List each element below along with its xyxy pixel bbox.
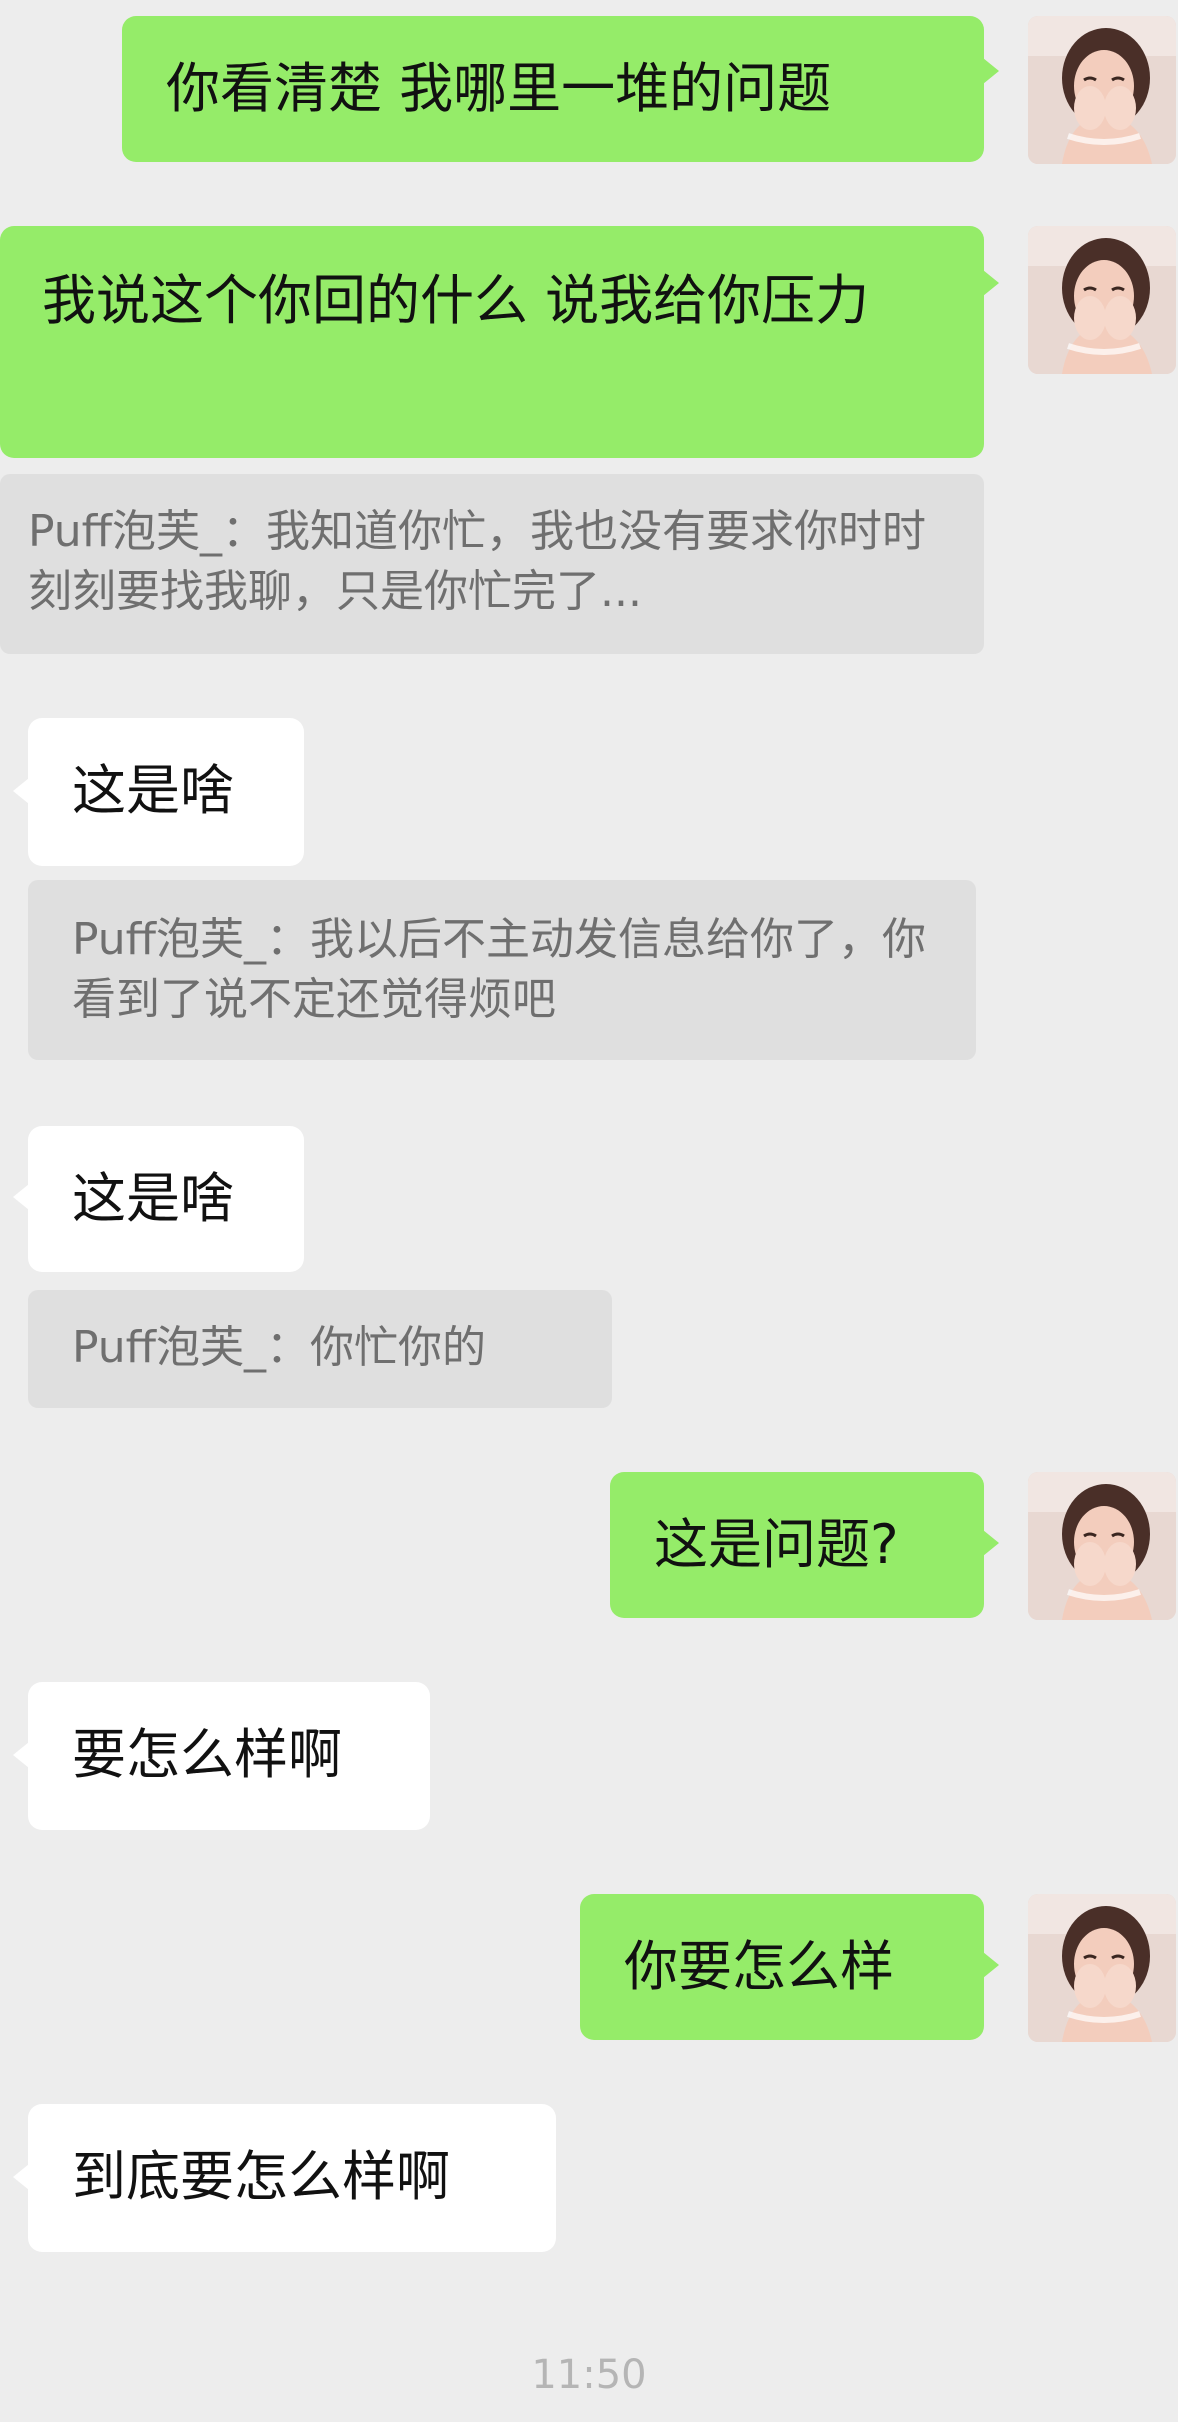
bubble-tail (13, 1742, 29, 1768)
message-text: 我说这个你回的什么 说我给你压力 (42, 269, 870, 332)
quote-text: Puff泡芙_：我知道你忙，我也没有要求你时时刻刻要找我聊，只是你忙完了... (28, 506, 926, 617)
bubble-tail (983, 1952, 999, 1978)
message-bubble-sent[interactable]: 你要怎么样 (580, 1894, 984, 2040)
message-text: 到底要怎么样啊 (72, 2145, 450, 2208)
message-text: 要怎么样啊 (72, 1723, 342, 1786)
timestamp: 11:50 (531, 2352, 647, 2398)
quote-text: Puff泡芙_：你忙你的 (72, 1322, 486, 1373)
avatar[interactable] (1028, 226, 1176, 374)
avatar-image (1028, 16, 1176, 164)
quoted-message[interactable]: Puff泡芙_：我知道你忙，我也没有要求你时时刻刻要找我聊，只是你忙完了... (0, 474, 984, 654)
message-text: 这是啥 (72, 759, 234, 822)
bubble-tail (983, 270, 999, 296)
avatar-image (1028, 1472, 1176, 1620)
message-bubble-received[interactable]: 这是啥 (28, 1126, 304, 1272)
bubble-tail (983, 58, 999, 84)
message-text: 你看清楚 我哪里一堆的问题 (166, 57, 832, 120)
avatar-image (1028, 226, 1176, 374)
chat-window: 你看清楚 我哪里一堆的问题 我说这个你回的什么 说我给你压力 Puff泡芙_：我… (0, 0, 1178, 2422)
message-bubble-sent[interactable]: 你看清楚 我哪里一堆的问题 (122, 16, 984, 162)
bubble-tail (13, 778, 29, 804)
avatar[interactable] (1028, 1472, 1176, 1620)
avatar[interactable] (1028, 16, 1176, 164)
message-bubble-sent[interactable]: 我说这个你回的什么 说我给你压力 (0, 226, 984, 458)
message-bubble-received[interactable]: 要怎么样啊 (28, 1682, 430, 1830)
avatar-image (1028, 1894, 1176, 2042)
message-bubble-received[interactable]: 到底要怎么样啊 (28, 2104, 556, 2252)
message-bubble-received[interactable]: 这是啥 (28, 718, 304, 866)
message-bubble-sent[interactable]: 这是问题? (610, 1472, 984, 1618)
bubble-tail (13, 2164, 29, 2190)
quote-text: Puff泡芙_：我以后不主动发信息给你了，你看到了说不定还觉得烦吧 (72, 914, 926, 1025)
bubble-tail (13, 1184, 29, 1210)
bubble-tail (983, 1530, 999, 1556)
message-text: 你要怎么样 (624, 1935, 894, 1998)
avatar[interactable] (1028, 1894, 1176, 2042)
quoted-message[interactable]: Puff泡芙_：我以后不主动发信息给你了，你看到了说不定还觉得烦吧 (28, 880, 976, 1060)
message-text: 这是问题? (654, 1513, 899, 1576)
message-text: 这是啥 (72, 1167, 234, 1230)
quoted-message[interactable]: Puff泡芙_：你忙你的 (28, 1290, 612, 1408)
